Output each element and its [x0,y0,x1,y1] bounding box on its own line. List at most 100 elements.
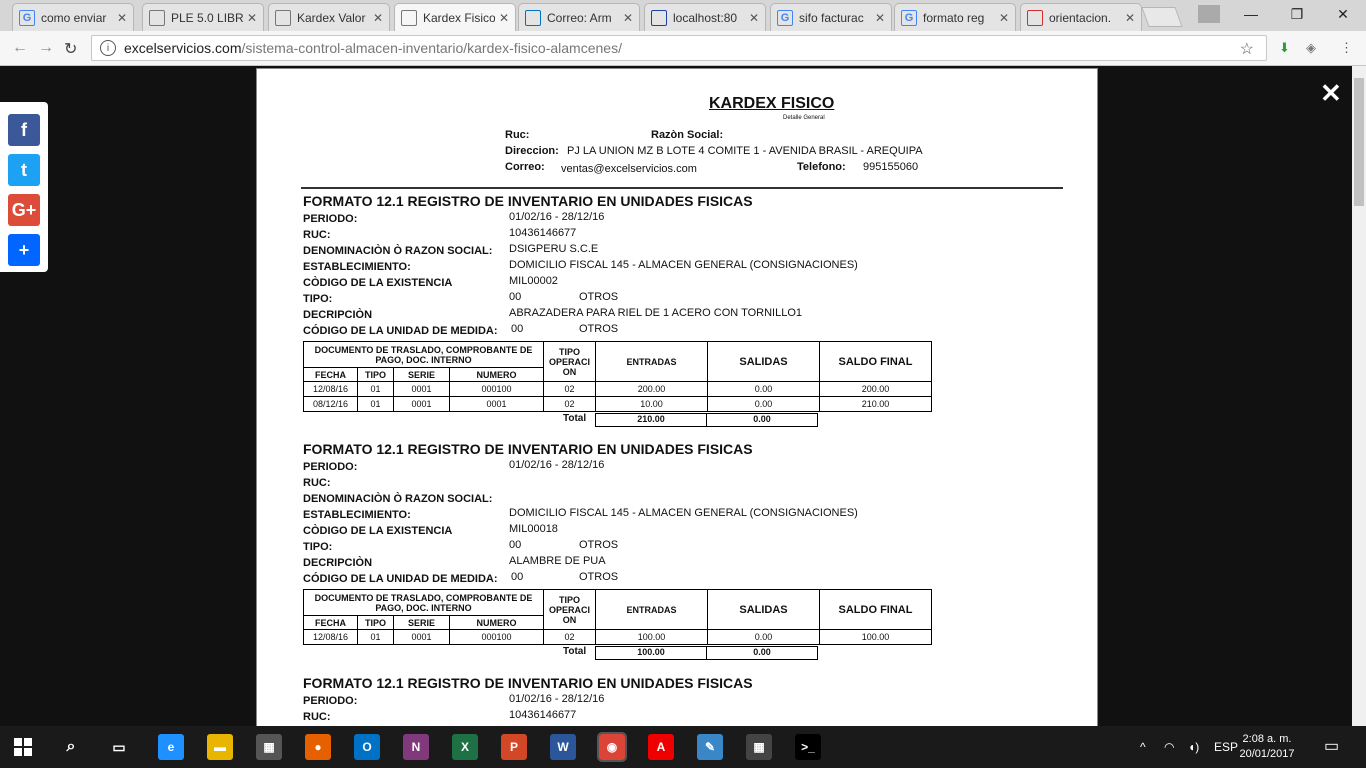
clock[interactable]: 2:08 a. m. 20/01/2017 [1237,732,1297,762]
denominacion-value-text: DSIGPERU S.C.E [509,243,599,255]
word-icon[interactable]: W [550,734,576,760]
search-icon[interactable]: ⌕ [58,734,84,760]
firefox-icon[interactable]: ● [305,734,331,760]
outlook-icon[interactable]: O [354,734,380,760]
bookmark-star-icon[interactable]: ☆ [1240,39,1254,59]
calculator-icon[interactable]: ▦ [746,734,772,760]
establecimiento-value: DOMICILIO FISCAL 145 - ALMACEN GENERAL (… [509,507,858,519]
file-explorer-icon[interactable]: ▬ [207,734,233,760]
tab-close-icon[interactable]: ✕ [1125,11,1135,25]
onenote-icon[interactable]: N [403,734,429,760]
volume-icon[interactable]: ◖) [1188,740,1199,754]
wifi-icon[interactable]: ◠ [1164,740,1174,754]
periodo-value-text: 01/02/16 - 28/12/16 [509,459,605,471]
establecimiento-value: DOMICILIO FISCAL 145 - ALMACEN GENERAL (… [509,259,858,271]
download-extension-icon[interactable]: ⬇ [1279,40,1290,56]
cell-fecha: 12/08/16 [303,629,358,645]
info-icon[interactable]: i [100,40,116,56]
tab-close-icon[interactable]: ✕ [999,11,1009,25]
google-plus-icon[interactable]: G+ [8,194,40,226]
extension-icon[interactable]: ◈ [1306,40,1316,56]
tipo-value-text: 00 [509,291,522,303]
tab-close-icon[interactable]: ✕ [623,11,633,25]
acrobat-icon[interactable]: A [648,734,674,760]
header-divider [301,187,1063,189]
header-saldo: SALDO FINAL [819,341,932,382]
tab-close-icon[interactable]: ✕ [875,11,885,25]
codigo-label: CÒDIGO DE LA EXISTENCIA [303,525,453,537]
cell-numero: 0001 [449,396,544,412]
address-bar[interactable]: i excelservicios.com/sistema-control-alm… [91,35,1267,61]
table-row: 12/08/16 01 0001 000100 02 100.00 0.00 100.00 [303,629,932,645]
scrollbar-thumb[interactable] [1354,78,1364,206]
tab-close-icon[interactable]: ✕ [247,11,257,25]
tab-8[interactable]: Gformato reg ✕ [894,3,1016,31]
header-tipo-op: TIPO OPERACI ON [543,341,596,382]
cell-fecha: 12/08/16 [303,381,358,397]
descripcion-value: ALAMBRE DE PUA [509,555,606,567]
tab-9[interactable]: orientacion. ✕ [1020,3,1142,31]
excel-icon[interactable]: X [452,734,478,760]
edge-icon[interactable]: e [158,734,184,760]
google-icon: G [777,9,793,26]
cmd-icon[interactable]: >_ [795,734,821,760]
tab-close-icon[interactable]: ✕ [749,11,759,25]
task-view-icon[interactable]: ▭ [106,734,132,760]
twitter-icon[interactable]: t [8,154,40,186]
back-icon[interactable]: ← [12,39,28,57]
google-icon: G [901,9,917,26]
menu-icon[interactable]: ⋮ [1340,40,1353,56]
tab-2[interactable]: PLE 5.0 LIBR ✕ [142,3,264,31]
tab-6[interactable]: localhost:80 ✕ [644,3,766,31]
minimize-button[interactable]: — [1228,0,1274,28]
notifications-icon[interactable]: ▭ [1324,736,1339,756]
table-row: 08/12/16 01 0001 0001 02 10.00 0.00 210.00 [303,396,932,412]
forward-icon[interactable]: → [38,39,54,57]
tab-close-icon[interactable]: ✕ [373,11,383,25]
new-tab-button[interactable] [1141,7,1183,27]
clock-time: 2:08 a. m. [1242,733,1292,745]
chrome-icon[interactable]: ◉ [597,732,627,762]
store-icon[interactable]: ▦ [256,734,282,760]
language-indicator[interactable]: ESP [1214,740,1238,754]
tab-4[interactable]: Kardex Fisico ✕ [394,3,516,31]
close-viewer-icon[interactable]: ✕ [1320,78,1342,109]
tab-close-icon[interactable]: ✕ [117,11,127,25]
start-icon[interactable] [10,734,36,760]
tab-7[interactable]: Gsifo facturac ✕ [770,3,892,31]
tipo-value: 00 OTROS [509,291,618,303]
outlook-icon [525,9,541,26]
cell-tipo_op: 02 [543,381,596,397]
tray-expand-icon[interactable]: ^ [1140,740,1146,754]
tab-close-icon[interactable]: ✕ [499,11,509,25]
profile-icon[interactable] [1186,0,1232,28]
tab-5[interactable]: Correo: Arm ✕ [518,3,640,31]
ruc-value: 10436146677 [509,709,576,721]
header-doc: DOCUMENTO DE TRASLADO, COMPROBANTE DE PA… [303,341,544,368]
share-plus-icon[interactable]: + [8,234,40,266]
notes-icon[interactable]: ✎ [697,734,723,760]
descripcion-value-text: ABRAZADERA PARA RIEL DE 1 ACERO CON TORN… [509,307,803,319]
cell-salidas: 0.00 [707,629,820,645]
facebook-icon[interactable]: f [8,114,40,146]
denominacion-label: DENOMINACIÒN Ò RAZON SOCIAL: [303,245,493,257]
google-icon: G [19,9,35,26]
unidad-name: OTROS [579,323,619,335]
telefono-label: Telefono: [797,161,846,173]
cell-tipo: 01 [357,629,394,645]
section-title: FORMATO 12.1 REGISTRO DE INVENTARIO EN U… [303,675,753,691]
scrollbar[interactable] [1352,66,1366,726]
close-window-button[interactable]: ✕ [1320,0,1366,28]
toolbar: ← → ↻ i excelservicios.com/sistema-contr… [0,31,1366,66]
header-entradas: ENTRADAS [595,589,708,630]
tab-1[interactable]: Gcomo enviar ✕ [12,3,134,31]
powerpoint-icon[interactable]: P [501,734,527,760]
direccion-label: Direccion: [505,145,559,157]
tab-title: Kardex Fisico [423,10,495,25]
cell-salidas: 0.00 [707,381,820,397]
maximize-button[interactable]: ❐ [1274,0,1320,28]
tab-3[interactable]: Kardex Valor ✕ [268,3,390,31]
reload-icon[interactable]: ↻ [64,39,77,59]
ruc-label: Ruc: [505,129,530,141]
cell-serie: 0001 [393,396,450,412]
